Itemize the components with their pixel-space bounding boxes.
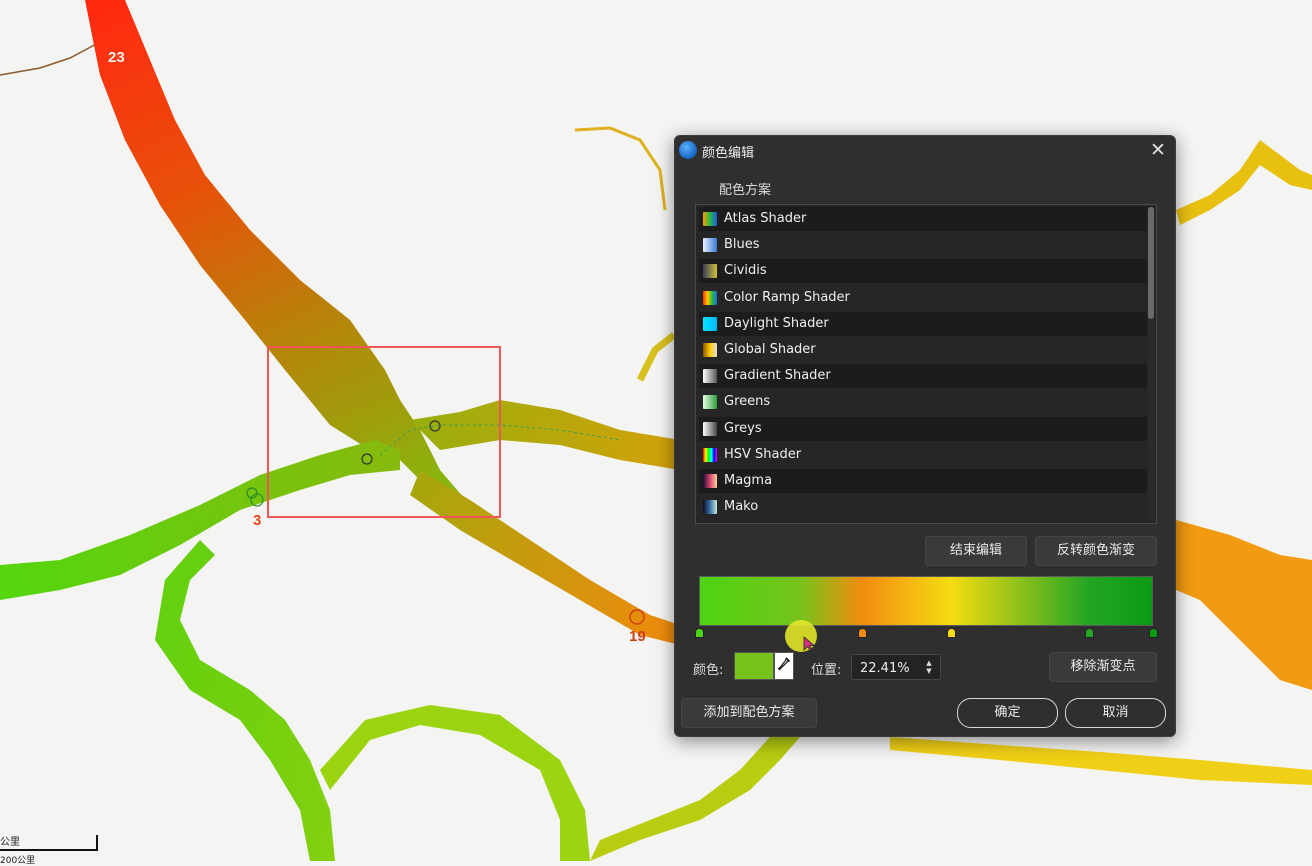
scheme-item[interactable]: Mako — [699, 495, 1147, 520]
scheme-swatch-icon — [703, 447, 717, 462]
scheme-item[interactable]: Gradient Shader — [699, 364, 1147, 389]
scheme-swatch-icon — [703, 212, 717, 226]
scheme-item-label: Mako — [724, 499, 759, 515]
app-logo-icon — [679, 141, 697, 159]
add-to-scheme-button[interactable]: 添加到配色方案 — [681, 698, 817, 728]
current-color-swatch[interactable] — [734, 652, 774, 680]
scheme-item[interactable]: Atlas Shader — [699, 207, 1147, 231]
spin-arrows-icon[interactable]: ▲ ▼ — [924, 659, 934, 677]
scheme-item[interactable]: Global Shader — [699, 338, 1147, 362]
dialog-titlebar[interactable]: 颜色编辑 ✕ — [675, 136, 1175, 164]
scale-bar: 公里 200公里 — [0, 833, 98, 866]
tributary-north — [0, 41, 101, 76]
position-spinbox[interactable]: ▲▼ — [851, 654, 941, 680]
scheme-swatch-icon — [703, 264, 717, 279]
scheme-swatch-icon — [703, 238, 717, 253]
scheme-item-label: Blues — [724, 237, 760, 253]
scheme-swatch-icon — [703, 474, 717, 488]
scheme-swatch-icon — [703, 316, 717, 331]
reverse-gradient-button[interactable]: 反转颜色渐变 — [1035, 536, 1157, 566]
scheme-swatch-icon — [703, 369, 717, 384]
gradient-stop[interactable] — [1149, 628, 1158, 638]
scheme-item[interactable]: Greys — [699, 416, 1147, 441]
scheme-item-label: Global Shader — [724, 342, 816, 357]
river-right-yellow — [890, 737, 1312, 785]
scheme-item[interactable]: Cividis — [699, 259, 1147, 284]
ok-button[interactable]: 确定 — [957, 698, 1058, 728]
scheme-item-label: Cividis — [724, 263, 767, 279]
scheme-item[interactable]: HSV Shader — [699, 442, 1147, 467]
position-input[interactable] — [858, 658, 922, 678]
scheme-swatch-icon — [703, 290, 717, 305]
scheme-item[interactable]: Daylight Shader — [699, 311, 1147, 336]
map-label-23: 23 — [108, 49, 125, 66]
scheme-swatch-icon — [703, 395, 717, 410]
scheme-item-label: HSV Shader — [724, 446, 802, 462]
scheme-item[interactable]: Magma — [699, 469, 1147, 493]
scheme-item[interactable]: Greens — [699, 390, 1147, 415]
map-label-19: 19 — [629, 628, 646, 645]
scheme-swatch-icon — [703, 421, 717, 436]
gradient-preview-bar[interactable] — [699, 576, 1153, 626]
map-label-3: 3 — [253, 512, 262, 529]
gradient-stop[interactable] — [695, 628, 704, 638]
scrollbar-thumb[interactable] — [1148, 207, 1154, 319]
end-edit-button[interactable]: 结束编辑 — [925, 536, 1027, 566]
cancel-button[interactable]: 取消 — [1065, 698, 1166, 728]
scale-distance: 200公里 — [0, 856, 36, 866]
scale-unit: 公里 — [0, 837, 20, 848]
scheme-item-label: Daylight Shader — [724, 315, 829, 331]
highlight-rectangle — [267, 346, 501, 518]
gradient-stop[interactable] — [1084, 628, 1094, 638]
scheme-item-label: Color Ramp Shader — [724, 289, 850, 305]
scheme-swatch-icon — [703, 343, 717, 357]
scheme-list[interactable]: Mako Magma HSV Shader Greys Greens Gradient S… — [695, 204, 1157, 524]
remove-stop-button[interactable]: 移除渐变点 — [1049, 652, 1157, 682]
gradient-stop[interactable] — [857, 628, 867, 638]
scheme-item-label: Atlas Shader — [724, 211, 807, 226]
color-edit-dialog: 颜色编辑 ✕ 配色方案 Mako Magma HSV Shader Greys Gree… — [674, 135, 1176, 737]
scheme-item-label: Greens — [724, 394, 771, 410]
scheme-item[interactable]: Blues — [699, 233, 1147, 258]
scheme-item[interactable]: Color Ramp Shader — [699, 285, 1147, 310]
position-label: 位置: — [811, 663, 842, 678]
river-right-orange — [1176, 520, 1312, 690]
gradient-stops — [695, 628, 1158, 642]
eyedropper-glyph — [777, 657, 791, 671]
eyedropper-icon[interactable] — [774, 652, 794, 680]
mouse-cursor-icon — [803, 636, 816, 652]
scheme-list-scrollbar[interactable] — [1148, 207, 1154, 521]
scheme-swatch-icon — [703, 500, 717, 515]
color-label: 颜色: — [693, 663, 724, 678]
scheme-item-label: Magma — [724, 473, 773, 488]
close-icon[interactable]: ✕ — [1147, 139, 1169, 161]
scheme-item-label: Greys — [724, 420, 762, 436]
scheme-item-label: Gradient Shader — [724, 368, 831, 384]
gradient-stop[interactable] — [947, 628, 957, 638]
river-south — [155, 540, 335, 861]
scheme-section-label: 配色方案 — [719, 183, 772, 198]
dialog-title: 颜色编辑 — [702, 146, 755, 161]
